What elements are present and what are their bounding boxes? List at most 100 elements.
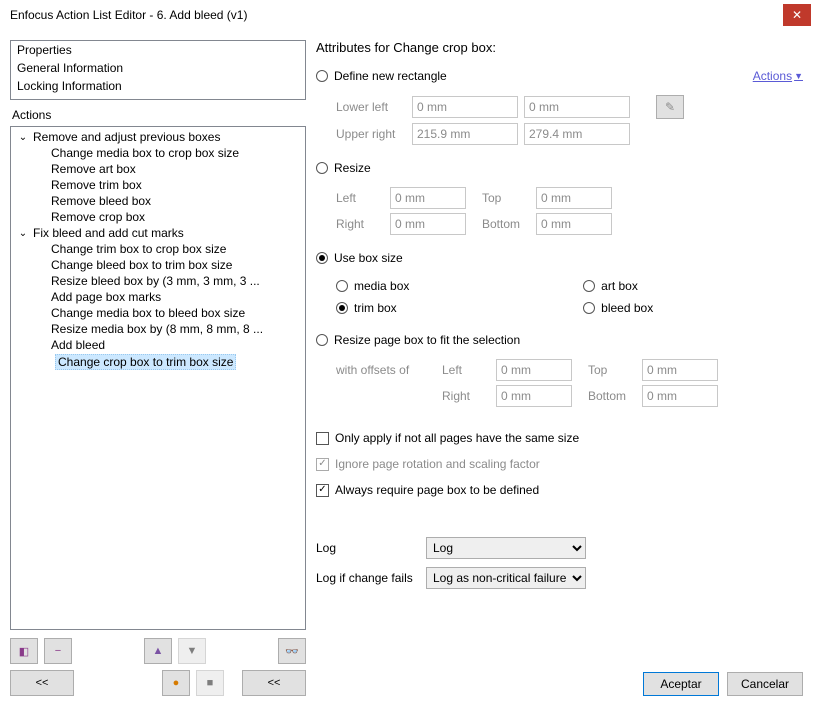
resize-right-input[interactable]: [390, 213, 466, 235]
record-button[interactable]: ●: [162, 670, 190, 696]
tree-item[interactable]: Change media box to bleed box size: [11, 305, 305, 321]
tree-item[interactable]: Change trim box to crop box size: [11, 241, 305, 257]
radio-bleed-box[interactable]: [583, 302, 595, 314]
box-size-options: media box art box trim box bleed box: [336, 279, 803, 315]
resize-bottom-input[interactable]: [536, 213, 612, 235]
fit-right-input[interactable]: [496, 385, 572, 407]
tree-item[interactable]: Remove trim box: [11, 177, 305, 193]
resize-right-label: Right: [336, 217, 384, 231]
log-select[interactable]: Log: [426, 537, 586, 559]
fit-prefix-label: with offsets of: [336, 363, 436, 377]
actions-menu-link[interactable]: Actions ▼: [753, 69, 803, 83]
bleed-box-label: bleed box: [601, 301, 653, 315]
resize-block: Left Top Right Bottom: [336, 183, 803, 239]
prev2-button[interactable]: <<: [242, 670, 306, 696]
fit-left-label: Left: [442, 363, 490, 377]
tree-item[interactable]: Remove art box: [11, 161, 305, 177]
resize-bottom-label: Bottom: [482, 217, 530, 231]
upper-right-label: Upper right: [336, 127, 406, 141]
titlebar: Enfocus Action List Editor - 6. Add blee…: [0, 0, 813, 30]
eyedropper-icon: ✎: [665, 100, 675, 114]
ok-button[interactable]: Aceptar: [643, 672, 719, 696]
chevron-down-icon: ▼: [794, 71, 803, 81]
radio-fit-label: Resize page box to fit the selection: [334, 333, 520, 347]
resize-left-label: Left: [336, 191, 384, 205]
lower-left-x-input[interactable]: [412, 96, 518, 118]
properties-item[interactable]: Locking Information: [11, 77, 305, 95]
close-icon: ✕: [792, 8, 802, 22]
checkbox-only-apply[interactable]: [316, 432, 329, 445]
tree-group-label: Remove and adjust previous boxes: [33, 130, 220, 144]
fit-bottom-input[interactable]: [642, 385, 718, 407]
radio-fit-selection[interactable]: [316, 334, 328, 346]
attributes-title: Attributes for Change crop box:: [316, 40, 803, 55]
checkbox-require-label: Always require page box to be defined: [335, 483, 539, 497]
checkbox-only-apply-label: Only apply if not all pages have the sam…: [335, 431, 579, 445]
lower-left-y-input[interactable]: [524, 96, 630, 118]
checkbox-ignore-rotation: [316, 458, 329, 471]
upper-right-y-input[interactable]: [524, 123, 630, 145]
resize-left-input[interactable]: [390, 187, 466, 209]
stop-button[interactable]: ■: [196, 670, 224, 696]
radio-trim-box[interactable]: [336, 302, 348, 314]
radio-define-new[interactable]: [316, 70, 328, 82]
resize-top-label: Top: [482, 191, 530, 205]
plus-icon: ◧: [19, 645, 29, 658]
fit-left-input[interactable]: [496, 359, 572, 381]
checkbox-require-defined[interactable]: [316, 484, 329, 497]
radio-use-box-size[interactable]: [316, 252, 328, 264]
circle-icon: ●: [173, 677, 180, 689]
fit-top-input[interactable]: [642, 359, 718, 381]
lower-left-label: Lower left: [336, 100, 406, 114]
eyedropper-button[interactable]: ✎: [656, 95, 684, 119]
move-up-button[interactable]: ▲: [144, 638, 172, 664]
right-column: Attributes for Change crop box: Define n…: [316, 40, 803, 696]
upper-right-x-input[interactable]: [412, 123, 518, 145]
fit-bottom-label: Bottom: [588, 389, 636, 403]
fit-block: with offsets of Left Top Right Bottom: [336, 355, 803, 411]
radio-use-box-label: Use box size: [334, 251, 403, 265]
collapse-icon[interactable]: ⌄: [17, 228, 29, 239]
properties-item[interactable]: General Information: [11, 59, 305, 77]
cancel-button[interactable]: Cancelar: [727, 672, 803, 696]
radio-resize-label: Resize: [334, 161, 371, 175]
collapse-icon[interactable]: ⌄: [17, 132, 29, 143]
square-icon: ■: [207, 677, 214, 689]
minus-icon: −: [55, 645, 61, 657]
tree-item[interactable]: Remove bleed box: [11, 193, 305, 209]
art-box-label: art box: [601, 279, 638, 293]
log-fail-select[interactable]: Log as non-critical failure: [426, 567, 586, 589]
close-button[interactable]: ✕: [783, 4, 811, 26]
radio-art-box[interactable]: [583, 280, 595, 292]
tree-item[interactable]: Add bleed: [11, 337, 305, 353]
define-rectangle-block: Lower left ✎ Upper right: [336, 91, 803, 149]
inspect-button[interactable]: 👓: [278, 638, 306, 664]
add-button[interactable]: ◧: [10, 638, 38, 664]
media-box-label: media box: [354, 279, 409, 293]
tree-group[interactable]: ⌄ Remove and adjust previous boxes: [11, 129, 305, 145]
remove-button[interactable]: −: [44, 638, 72, 664]
radio-resize[interactable]: [316, 162, 328, 174]
left-column: Properties General Information Locking I…: [10, 40, 306, 696]
trim-box-label: trim box: [354, 301, 397, 315]
properties-list[interactable]: Properties General Information Locking I…: [10, 40, 306, 100]
tree-item[interactable]: Change media box to crop box size: [11, 145, 305, 161]
tree-item[interactable]: Change bleed box to trim box size: [11, 257, 305, 273]
prev-button[interactable]: <<: [10, 670, 74, 696]
checkbox-ignore-label: Ignore page rotation and scaling factor: [335, 457, 540, 471]
properties-item[interactable]: Properties: [11, 41, 305, 59]
fit-top-label: Top: [588, 363, 636, 377]
radio-media-box[interactable]: [336, 280, 348, 292]
move-down-button[interactable]: ▼: [178, 638, 206, 664]
tree-group[interactable]: ⌄ Fix bleed and add cut marks: [11, 225, 305, 241]
tree-item[interactable]: Remove crop box: [11, 209, 305, 225]
tree-item[interactable]: Add page box marks: [11, 289, 305, 305]
tree-item[interactable]: Resize media box by (8 mm, 8 mm, 8 ...: [11, 321, 305, 337]
tree-item[interactable]: Resize bleed box by (3 mm, 3 mm, 3 ...: [11, 273, 305, 289]
tree-item-selected[interactable]: Change crop box to trim box size: [51, 353, 299, 371]
tree-group-label: Fix bleed and add cut marks: [33, 226, 184, 240]
content: Properties General Information Locking I…: [0, 30, 813, 706]
glasses-icon: 👓: [285, 645, 299, 658]
resize-top-input[interactable]: [536, 187, 612, 209]
actions-tree[interactable]: ⌄ Remove and adjust previous boxes Chang…: [10, 126, 306, 630]
